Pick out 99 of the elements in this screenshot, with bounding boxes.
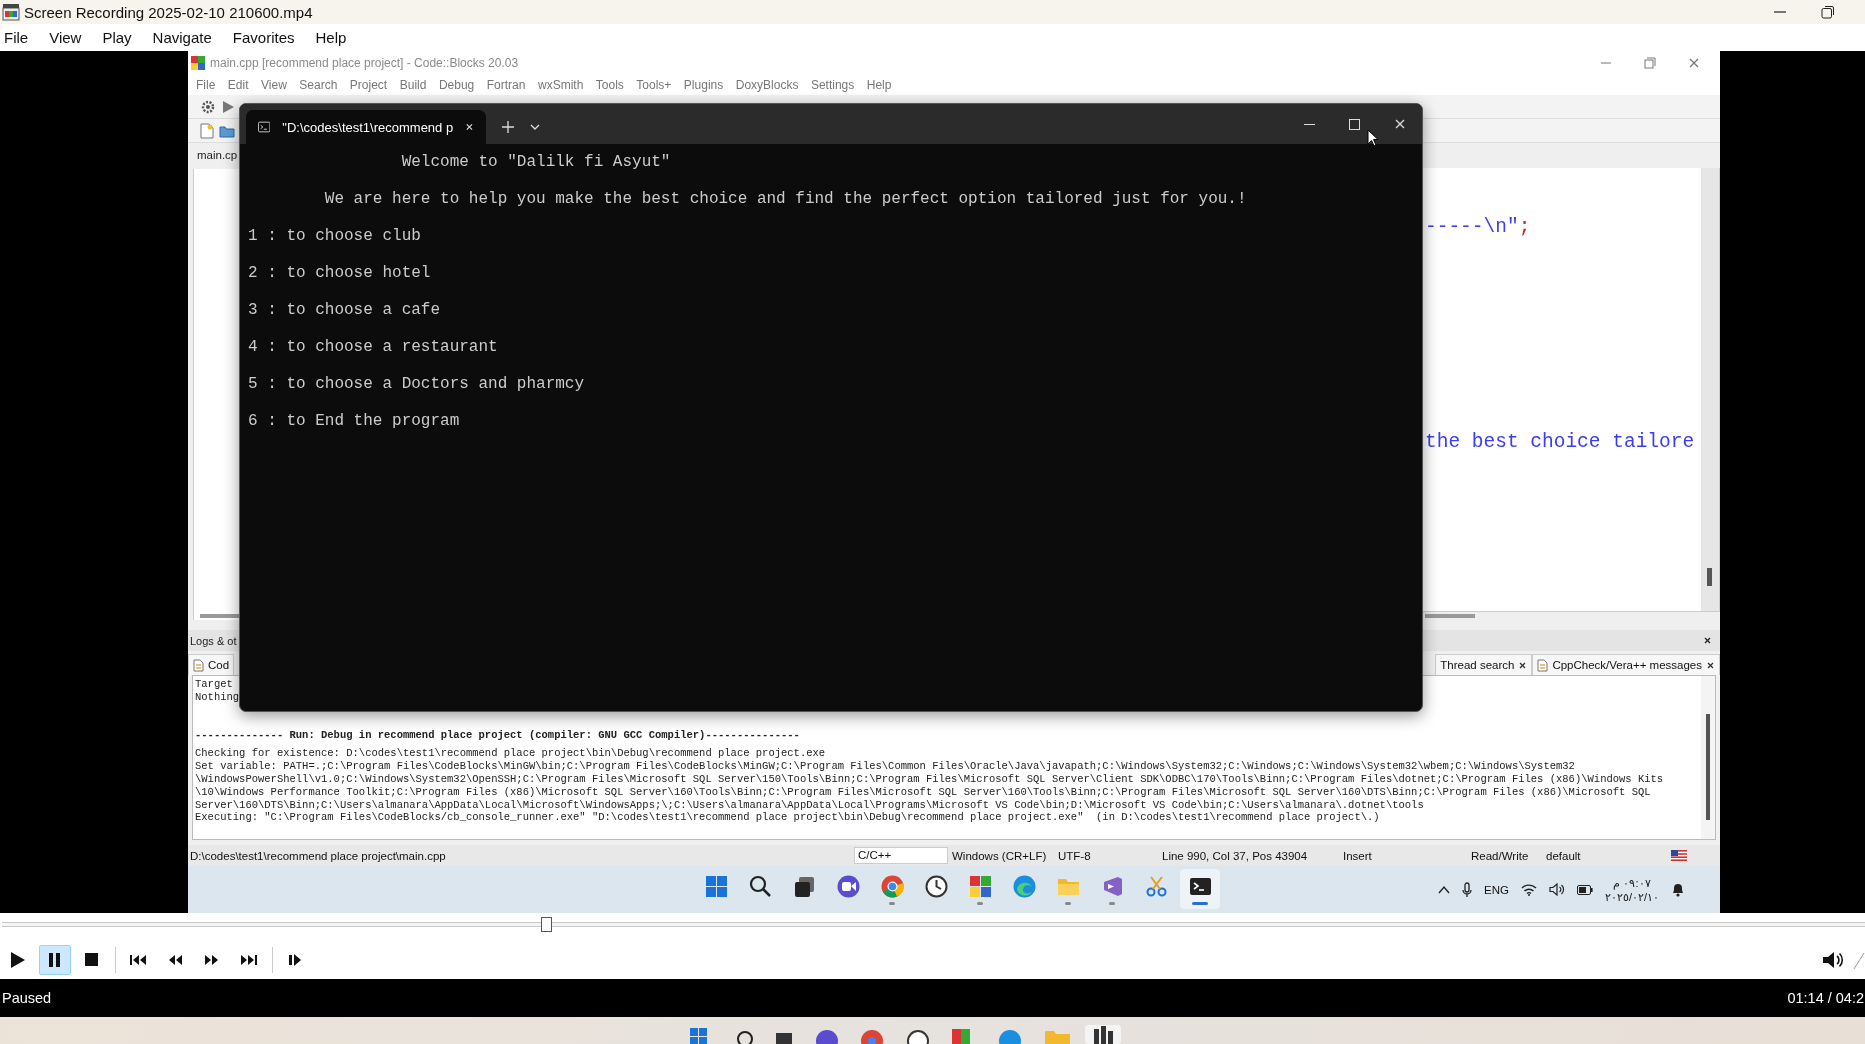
window-title: main.cpp [recommend place project] - Code::Blocks 20.03 bbox=[210, 55, 519, 70]
menu-item[interactable]: DoxyBlocks bbox=[735, 77, 799, 92]
menu-item[interactable]: Settings bbox=[810, 77, 855, 92]
open-folder-icon[interactable] bbox=[219, 123, 235, 138]
console-text: 4 : to choose a restaurant bbox=[248, 337, 499, 358]
page-icon bbox=[1537, 658, 1549, 672]
code-text: the best choice tailore bbox=[1425, 430, 1696, 454]
colored-blocks-icon bbox=[967, 873, 993, 899]
console-text: 3 : to choose a cafe bbox=[248, 300, 442, 321]
log-line: Checking for existence: D:\codes\test1\recommend place project\bin\Debug\recommend place project.exe bbox=[195, 747, 827, 761]
pause-button[interactable] bbox=[39, 944, 71, 975]
language-indicator[interactable]: ENG bbox=[1484, 883, 1509, 896]
browser-icon bbox=[1011, 873, 1037, 899]
terminal-tab[interactable]: "D:\codes\test1\recommend p bbox=[246, 110, 486, 144]
panel-tab[interactable]: Thread search bbox=[1435, 654, 1533, 675]
page-icon bbox=[193, 658, 204, 672]
clock-time[interactable]: ٠٩:٠٧ م bbox=[1613, 875, 1651, 890]
chevron-down-icon[interactable] bbox=[530, 124, 540, 130]
menu-item[interactable]: View bbox=[49, 29, 82, 46]
menu-item[interactable]: Project bbox=[349, 77, 388, 92]
menu-item[interactable]: File bbox=[4, 29, 29, 46]
status-text: Read/Write bbox=[1471, 849, 1530, 862]
menu-item[interactable]: Help bbox=[866, 77, 892, 92]
log-line: Target bbox=[195, 678, 234, 691]
console-text: Welcome to "Dalilk fi Asyut" bbox=[400, 152, 672, 173]
battery-icon[interactable] bbox=[1576, 884, 1593, 895]
status-text: Line 990, Col 37, Pos 43904 bbox=[1162, 849, 1309, 862]
playback-time: 01:14 / 04:2 bbox=[1787, 990, 1864, 1006]
colored-blocks-icon bbox=[191, 55, 205, 70]
wifi-icon[interactable] bbox=[1520, 883, 1537, 896]
scrollbar-thumb[interactable] bbox=[1707, 568, 1712, 586]
restore-icon[interactable] bbox=[1821, 5, 1835, 19]
log-line: \WindowsPowerShell\v1.0;C:\Windows\System32\OpenSSH;C:\Program Files\Microsoft SQL Server\150\Tools\Binn;C:\Program Files\Microsoft SQL Server\Client SDK\ODBC\170\Tools\Binn;C:\Program Files\dotnet;C:\Program Files (x86)\Windows Kits bbox=[195, 773, 1665, 786]
status-text: UTF-8 bbox=[1058, 849, 1092, 862]
clock-date[interactable]: ٢٠٢٥/٠٢/١٠ bbox=[1604, 889, 1660, 904]
menu-item[interactable]: Search bbox=[299, 77, 338, 92]
scrollbar-thumb[interactable] bbox=[200, 614, 240, 618]
menu-item[interactable]: Fortran bbox=[486, 77, 526, 92]
log-line: Set variable: PATH=.;C:\Program Files\CodeBlocks\MinGW\bin;C:\Program Files\CodeBlocks\MinGW;C:\Program Files\Common Files\Oracle\Java\javapath;C:\Windows\System32;C:\Windows;C:\Windows\System32\wbem;C:\Windows\System32 bbox=[195, 760, 1576, 773]
menu-item[interactable]: Plugins bbox=[683, 77, 724, 92]
windows-logo-icon bbox=[703, 873, 729, 899]
log-line: -------------- Run: Debug in recommend place project (compiler: GNU GCC Compiler)--------------- bbox=[195, 728, 801, 742]
menu-item[interactable]: View bbox=[261, 77, 287, 92]
mouse-cursor-icon bbox=[1367, 129, 1379, 147]
file-path: D:\codes\test1\recommend place project\main.cpp bbox=[190, 849, 447, 862]
console-text: 5 : to choose a Doctors and pharmcy bbox=[248, 374, 586, 395]
search-icon bbox=[747, 873, 773, 899]
gear-icon[interactable] bbox=[200, 98, 216, 115]
console-text: We are here to help you make the best choice and find the perfect option tailored just for you.! bbox=[323, 189, 1248, 210]
language-field: C/C++ bbox=[854, 847, 948, 864]
play-icon bbox=[9, 950, 27, 969]
menu-item[interactable]: Navigate bbox=[152, 29, 212, 46]
browser-icon bbox=[879, 873, 905, 899]
menu-item[interactable]: wxSmith bbox=[537, 77, 584, 92]
play-icon[interactable] bbox=[221, 99, 235, 114]
close-icon[interactable] bbox=[1518, 660, 1528, 670]
stop-icon bbox=[83, 950, 101, 969]
window-title: Screen Recording 2025-02-10 210600.mp4 bbox=[24, 3, 313, 21]
close-icon[interactable] bbox=[1703, 636, 1712, 645]
menu-item[interactable]: Play bbox=[102, 29, 132, 46]
menu-item[interactable]: Debug bbox=[438, 77, 475, 92]
panel-tab[interactable]: Cod bbox=[188, 654, 235, 675]
scrollbar-thumb[interactable] bbox=[1425, 614, 1475, 618]
speaker-icon[interactable] bbox=[1548, 883, 1565, 896]
menu-item[interactable]: Tools bbox=[595, 77, 624, 92]
bell-icon[interactable] bbox=[1671, 882, 1686, 897]
console-text: 6 : to End the program bbox=[248, 411, 461, 432]
flag-icon bbox=[1671, 850, 1687, 861]
panel-title: Logs & ot bbox=[190, 634, 237, 647]
menu-item[interactable]: Build bbox=[399, 77, 427, 92]
menu-item[interactable]: File bbox=[196, 77, 216, 92]
menu-item[interactable]: Help bbox=[315, 29, 347, 46]
menu-item[interactable]: Favorites bbox=[232, 29, 295, 46]
microphone-icon[interactable] bbox=[1462, 881, 1472, 898]
status-text: default bbox=[1546, 849, 1582, 862]
plus-icon[interactable] bbox=[502, 121, 514, 133]
seek-thumb[interactable] bbox=[541, 917, 552, 932]
code-text: -----\n"; bbox=[1425, 215, 1532, 239]
menu-item[interactable]: Edit bbox=[227, 77, 249, 92]
panel-tab[interactable]: CppCheck/Vera++ messages bbox=[1532, 654, 1720, 675]
status-text: Insert bbox=[1343, 849, 1373, 862]
chevron-up-icon[interactable] bbox=[1438, 884, 1450, 895]
maximize-icon[interactable] bbox=[1349, 118, 1360, 130]
status-text: Paused bbox=[2, 990, 52, 1006]
terminal-icon bbox=[258, 121, 271, 133]
log-line: \10\Windows Performance Toolkit;C:\Program Files (x86)\Microsoft SQL Server\160\Tools\Binn;C:\Program Files\Microsoft SQL Server\160\Tools\Binn;C:\Program Files\Microsoft SQL Server\160\DTS\Binn;C:\Program Files (x86)\Microsoft SQL bbox=[195, 785, 1652, 799]
console-text: 2 : to choose hotel bbox=[248, 263, 432, 284]
scrollbar-thumb[interactable] bbox=[1706, 714, 1710, 820]
log-line: Server\160\DTS\Binn;C:\Users\almanara\AppData\Local\Microsoft\WindowsApps;\;C:\Users\almanara\AppData\Local\Programs\Microsoft VS Code\bin;D:\Microsoft VS Code\bin;C:\Users\almanara\.dotnet\tools bbox=[195, 798, 1425, 812]
console-text: 1 : to choose club bbox=[248, 226, 422, 247]
clock-icon bbox=[923, 873, 949, 899]
video-camera-icon bbox=[835, 873, 861, 899]
close-icon[interactable] bbox=[1706, 660, 1715, 670]
log-line: Executing: "C:\Program Files\CodeBlocks/cb_console_runner.exe" "D:\codes\test1\recommend place project\bin\Debug\recommend place project.exe" (in D:\codes\test1\recommend place project\.) bbox=[195, 811, 1381, 825]
status-text: Windows (CR+LF) bbox=[952, 849, 1048, 862]
editor-tab[interactable]: main.cp bbox=[197, 149, 239, 165]
menu-item[interactable]: Tools+ bbox=[636, 77, 672, 92]
log-line: Nothing bbox=[195, 690, 241, 704]
taskbar-button[interactable] bbox=[1180, 869, 1220, 909]
